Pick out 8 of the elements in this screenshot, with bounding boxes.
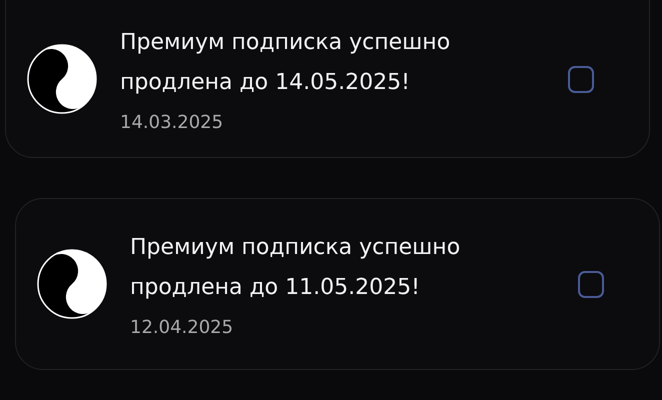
avatar-icon <box>36 248 108 320</box>
checkbox[interactable] <box>578 270 604 298</box>
notification-message: Премиум подписка успешно продлена до 11.05.2025! <box>130 234 462 302</box>
notification-message: Премиум подписка успешно продлена до 14.05.2025! <box>120 28 452 96</box>
notification-date: 14.03.2025 <box>120 110 224 134</box>
avatar-icon <box>26 43 98 115</box>
checkbox[interactable] <box>568 66 594 92</box>
notification-date: 12.04.2025 <box>130 316 234 340</box>
